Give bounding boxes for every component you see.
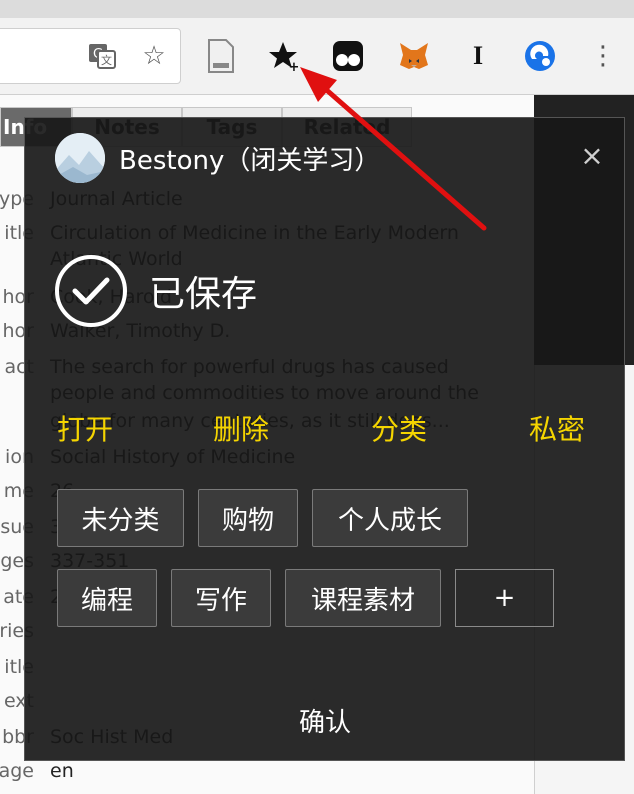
page-icon[interactable] [203, 36, 239, 76]
field-row: age en [0, 760, 534, 786]
private-button[interactable]: 私密 [529, 408, 585, 448]
instapaper-icon[interactable]: I [460, 36, 496, 76]
saved-status: 已保存 [55, 254, 257, 328]
svg-text:文: 文 [101, 53, 112, 67]
save-dialog: Bestony（闭关学习） × 已保存 打开 删除 分类 私密 未分类 购物 个… [24, 117, 625, 761]
close-icon[interactable]: × [579, 139, 605, 172]
svg-text:+: + [289, 60, 300, 72]
tag-shopping[interactable]: 购物 [198, 489, 298, 547]
metamask-fox-icon[interactable] [396, 36, 432, 76]
more-menu-icon[interactable]: ⋮ [585, 36, 621, 76]
tag-programming[interactable]: 编程 [57, 569, 157, 627]
tag-course-material[interactable]: 课程素材 [285, 569, 441, 627]
tag-personal-growth[interactable]: 个人成长 [312, 489, 468, 547]
delete-button[interactable]: 删除 [213, 408, 269, 448]
tab-strip [0, 0, 634, 18]
saved-label: 已保存 [149, 274, 258, 315]
tampermonkey-icon[interactable] [330, 36, 366, 76]
dialog-title: Bestony（闭关学习） [119, 145, 381, 176]
field-label: age [0, 760, 34, 782]
dialog-header: Bestony（闭关学习） [55, 132, 380, 184]
bookmark-star-icon[interactable]: ☆ [136, 36, 172, 76]
zotero-save-icon[interactable]: + [266, 36, 302, 76]
categorize-button[interactable]: 分类 [371, 408, 427, 448]
tag-writing[interactable]: 写作 [171, 569, 271, 627]
avatar [55, 133, 105, 183]
tag-uncategorized[interactable]: 未分类 [57, 489, 184, 547]
confirm-button[interactable]: 确认 [265, 700, 385, 740]
add-tag-button[interactable]: + [455, 569, 554, 627]
circle-extension-icon[interactable] [522, 36, 558, 76]
browser-toolbar: G 文 ☆ + I [0, 0, 634, 95]
field-value[interactable]: en [50, 760, 74, 782]
translate-icon[interactable]: G 文 [84, 36, 120, 76]
check-icon [55, 255, 127, 327]
open-button[interactable]: 打开 [57, 408, 113, 448]
